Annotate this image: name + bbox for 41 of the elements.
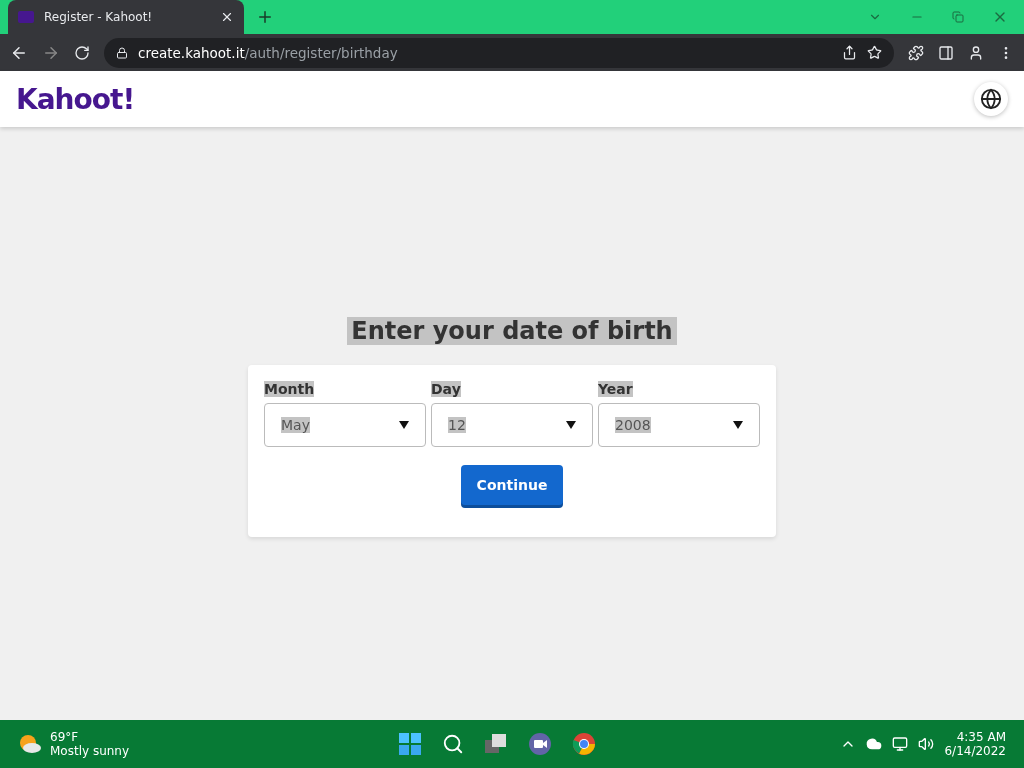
star-icon[interactable]	[867, 45, 882, 60]
field-label: Year	[598, 381, 633, 397]
clock-time: 4:35 AM	[956, 730, 1006, 744]
cloud-icon[interactable]	[866, 736, 883, 752]
temperature: 69°F	[50, 730, 79, 744]
puzzle-icon[interactable]	[908, 44, 924, 61]
caret-icon	[566, 421, 576, 429]
video-call-icon[interactable]	[528, 732, 552, 756]
caret-icon	[733, 421, 743, 429]
task-view-icon[interactable]	[484, 733, 508, 755]
page-heading: Enter your date of birth	[347, 317, 677, 345]
share-icon[interactable]	[842, 45, 857, 60]
clock-date: 6/14/2022	[944, 744, 1006, 758]
browser-tab[interactable]: Register - Kahoot!	[8, 0, 244, 34]
url-host: create.kahoot.it	[138, 44, 245, 61]
browser-icon[interactable]	[572, 732, 596, 756]
volume-icon[interactable]	[918, 736, 935, 752]
search-icon[interactable]	[442, 733, 464, 755]
close-icon[interactable]	[220, 10, 234, 24]
globe-icon	[980, 88, 1002, 110]
windows-icon[interactable]	[398, 732, 422, 756]
network-icon[interactable]	[892, 736, 909, 752]
logo: Kahoot!	[16, 82, 135, 116]
favicon-icon	[18, 11, 34, 23]
lock-icon	[116, 46, 128, 59]
address-bar[interactable]: create.kahoot.it/auth/register/birthday	[104, 37, 894, 68]
field-label: Day	[431, 381, 461, 397]
url-path: /auth/register/birthday	[244, 44, 398, 61]
language-button[interactable]	[974, 82, 1008, 116]
sun-cloud-icon	[18, 733, 42, 755]
dropdown[interactable]: May	[264, 403, 426, 447]
reload-icon[interactable]	[74, 44, 90, 61]
dropdown[interactable]: 2008	[598, 403, 760, 447]
new-tab-icon[interactable]	[256, 8, 274, 26]
dropdown[interactable]: 12	[431, 403, 593, 447]
field-label: Month	[264, 381, 315, 397]
continue-button[interactable]: Continue	[460, 465, 564, 505]
side-panel-icon[interactable]	[938, 44, 954, 61]
caret-icon	[399, 421, 409, 429]
profile-icon[interactable]	[968, 44, 984, 61]
weather-text: Mostly sunny	[50, 744, 130, 758]
